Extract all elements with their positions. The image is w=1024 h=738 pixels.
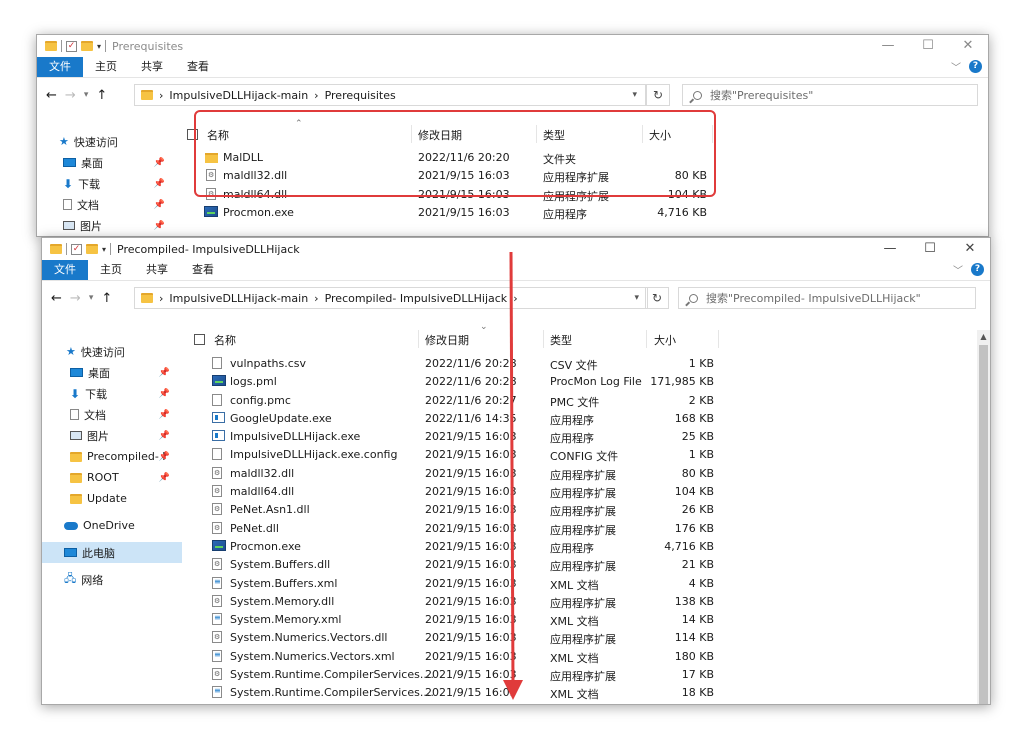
annotation-arrow <box>503 251 523 700</box>
